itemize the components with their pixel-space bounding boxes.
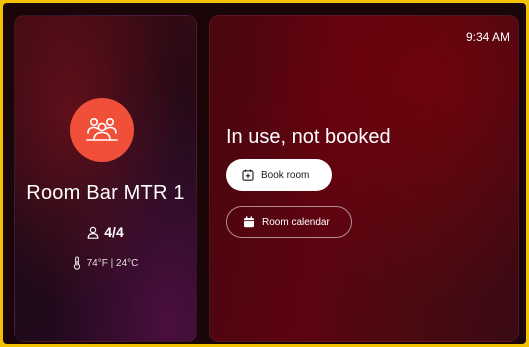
room-name: Room Bar MTR 1 bbox=[26, 182, 185, 204]
person-icon bbox=[87, 226, 99, 239]
device-frame: Room Bar MTR 1 4/4 74°F | 24°C 9:34 AM I… bbox=[3, 3, 526, 344]
temperature-value: 74°F | 24°C bbox=[86, 257, 139, 269]
calendar-plus-icon bbox=[242, 169, 254, 181]
status-panel: 9:34 AM In use, not booked Book room Roo… bbox=[209, 15, 519, 342]
capacity-value: 4/4 bbox=[104, 224, 124, 240]
room-calendar-button[interactable]: Room calendar bbox=[226, 206, 352, 238]
room-info-panel: Room Bar MTR 1 4/4 74°F | 24°C bbox=[14, 15, 197, 342]
room-status: In use, not booked bbox=[226, 126, 391, 148]
book-room-label: Book room bbox=[261, 169, 310, 181]
clock: 9:34 AM bbox=[465, 30, 510, 44]
book-room-button[interactable]: Book room bbox=[226, 159, 332, 191]
calendar-icon bbox=[243, 216, 255, 228]
room-avatar bbox=[70, 98, 134, 162]
room-calendar-label: Room calendar bbox=[262, 216, 330, 228]
people-group-icon bbox=[84, 116, 120, 144]
room-temperature: 74°F | 24°C bbox=[15, 256, 196, 270]
thermometer-icon bbox=[73, 256, 81, 270]
room-capacity: 4/4 bbox=[15, 224, 196, 240]
